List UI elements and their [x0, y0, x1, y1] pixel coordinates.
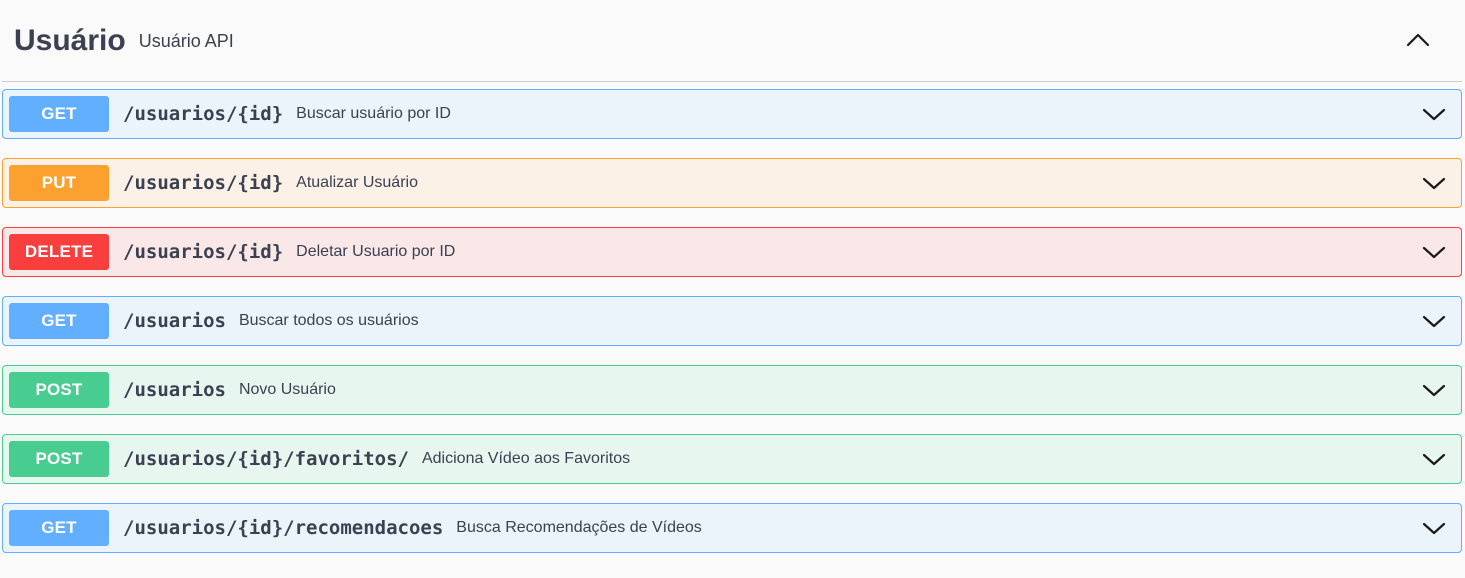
operation-path: /usuarios	[123, 310, 226, 332]
tag-title: Usuário	[14, 23, 126, 57]
operation-block[interactable]: PUT /usuarios/{id} Atualizar Usuário	[2, 158, 1462, 208]
chevron-down-icon[interactable]	[1421, 378, 1447, 404]
operation-block[interactable]: GET /usuarios/{id}/recomendacoes Busca R…	[2, 503, 1462, 553]
tag-description: Usuário API	[138, 31, 234, 51]
method-badge: GET	[9, 96, 109, 132]
chevron-up-icon[interactable]	[1404, 26, 1432, 54]
chevron-down-icon[interactable]	[1421, 240, 1447, 266]
operation-path: /usuarios/{id}	[123, 172, 284, 194]
operation-path: /usuarios	[123, 379, 226, 401]
api-tag-section: Usuário Usuário API GET /usuarios/{id} B…	[0, 0, 1465, 578]
chevron-down-icon[interactable]	[1421, 171, 1447, 197]
method-badge: GET	[9, 510, 109, 546]
operation-summary: Buscar usuário por ID	[296, 105, 451, 122]
operation-block[interactable]: POST /usuarios/{id}/favoritos/ Adiciona …	[2, 434, 1462, 484]
operation-block[interactable]: GET /usuarios Buscar todos os usuários	[2, 296, 1462, 346]
method-badge: POST	[9, 372, 109, 408]
operation-path: /usuarios/{id}	[123, 241, 284, 263]
operation-block[interactable]: POST /usuarios Novo Usuário	[2, 365, 1462, 415]
chevron-down-icon[interactable]	[1421, 516, 1447, 542]
operation-block[interactable]: GET /usuarios/{id} Buscar usuário por ID	[2, 89, 1462, 139]
operation-path: /usuarios/{id}/favoritos/	[123, 448, 409, 470]
operation-summary: Atualizar Usuário	[296, 174, 418, 191]
operation-path: /usuarios/{id}/recomendacoes	[123, 517, 444, 539]
method-badge: DELETE	[9, 234, 109, 270]
operations-list: GET /usuarios/{id} Buscar usuário por ID…	[2, 89, 1462, 572]
operation-path: /usuarios/{id}	[123, 103, 284, 125]
operation-summary: Buscar todos os usuários	[238, 312, 419, 329]
chevron-down-icon[interactable]	[1421, 309, 1447, 335]
method-badge: POST	[9, 441, 109, 477]
method-badge: GET	[9, 303, 109, 339]
tag-header[interactable]: Usuário Usuário API	[2, 0, 1462, 82]
operation-summary: Busca Recomendações de Vídeos	[456, 519, 702, 536]
operation-summary: Deletar Usuario por ID	[296, 243, 456, 260]
chevron-down-icon[interactable]	[1421, 102, 1447, 128]
operation-block[interactable]: DELETE /usuarios/{id} Deletar Usuario po…	[2, 227, 1462, 277]
chevron-down-icon[interactable]	[1421, 447, 1447, 473]
operation-summary: Adiciona Vídeo aos Favoritos	[421, 450, 631, 467]
method-badge: PUT	[9, 165, 109, 201]
operation-summary: Novo Usuário	[238, 381, 336, 398]
